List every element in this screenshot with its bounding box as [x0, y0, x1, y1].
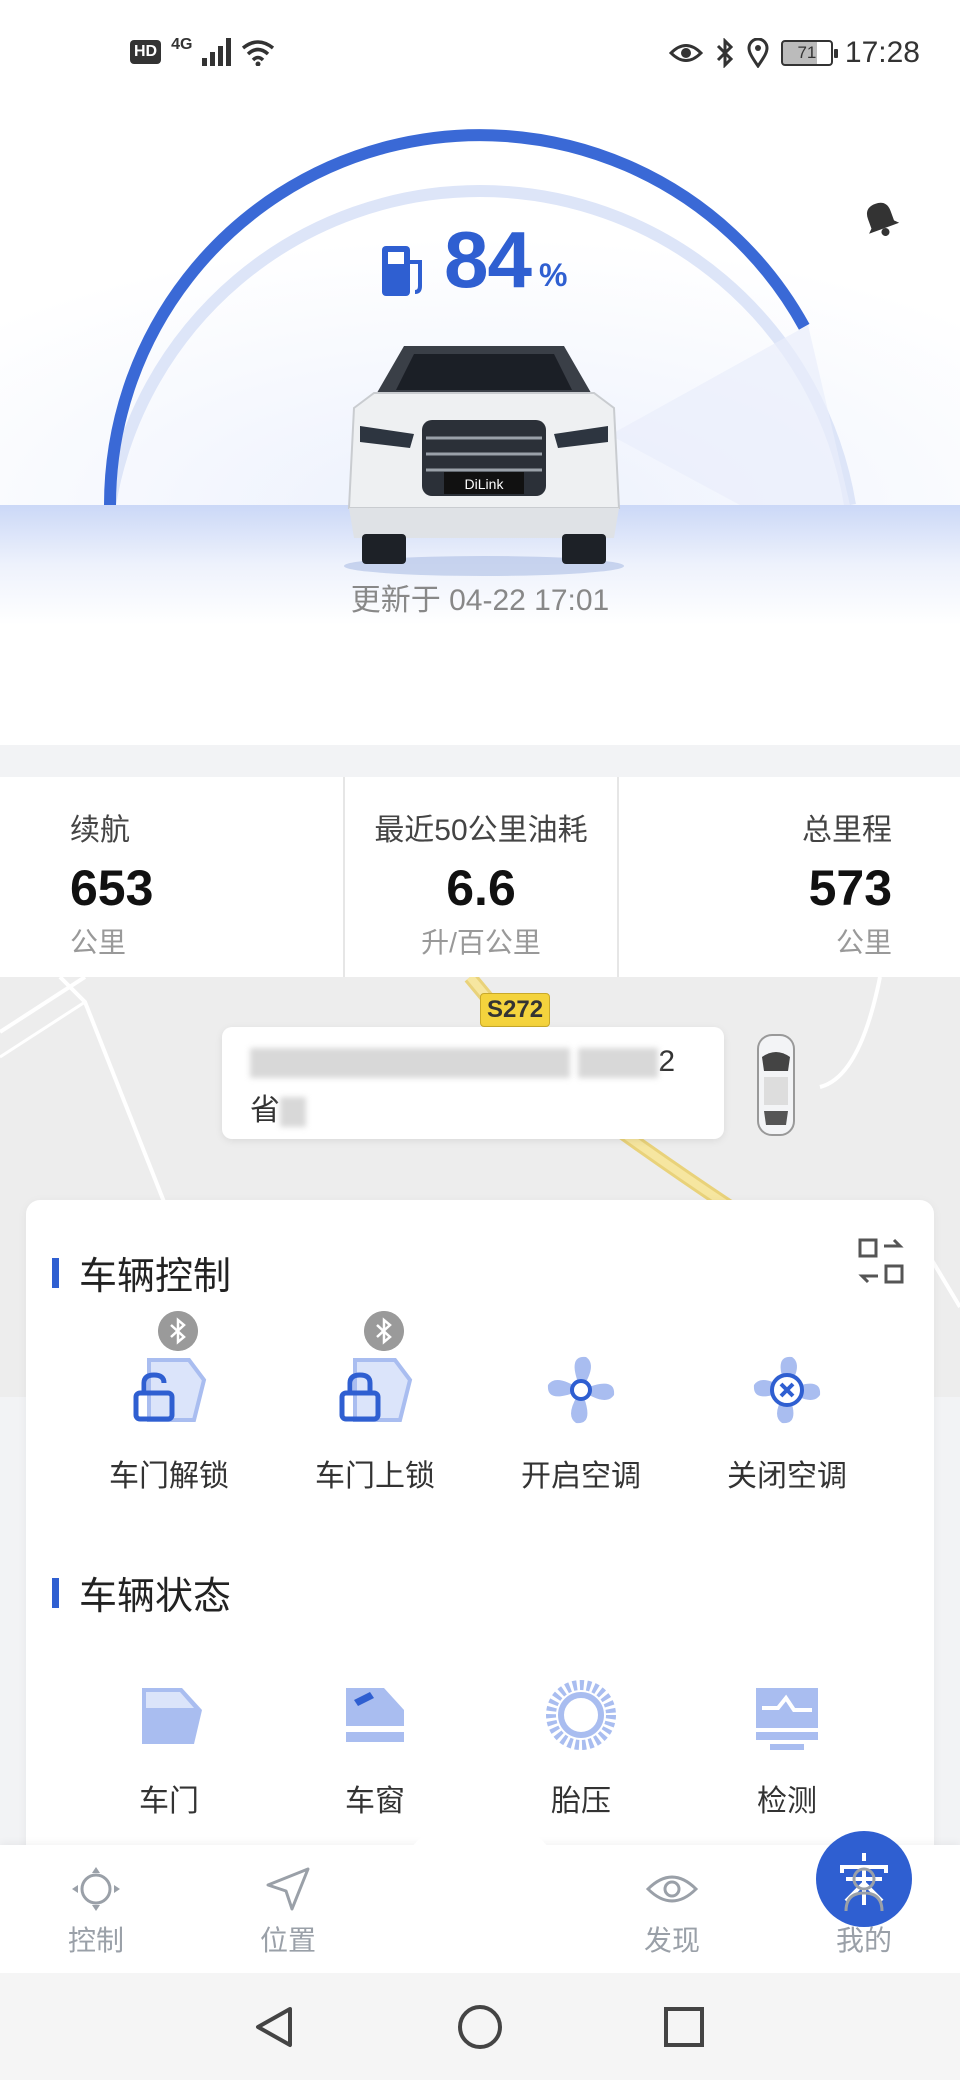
stat-value: 573: [808, 860, 893, 916]
stat-label: 最近50公里油耗: [374, 814, 588, 847]
eye-icon: [645, 1875, 699, 1903]
location-icon: [266, 1867, 310, 1911]
ac-off-button[interactable]: 关闭空调: [684, 1345, 890, 1495]
status-door-button[interactable]: 车门: [66, 1670, 272, 1820]
bluetooth-icon: [716, 38, 734, 68]
tire-icon: [536, 1670, 626, 1760]
battery-icon: 71: [780, 40, 838, 66]
tab-mine[interactable]: 我的: [768, 1845, 960, 1973]
eye-comfort-icon: [668, 44, 703, 62]
fuel-level: 84 %: [380, 220, 567, 300]
fan-on-icon: [536, 1345, 626, 1435]
network-type: 4G: [171, 36, 193, 53]
tab-discover[interactable]: 发现: [576, 1845, 768, 1973]
stat-label: 总里程: [802, 814, 893, 847]
status-tire-button[interactable]: 胎压: [478, 1670, 684, 1820]
tab-label: 位置: [259, 1925, 316, 1956]
odometer-stat: 总里程 573 公里: [617, 777, 960, 977]
road-label: S272: [480, 993, 551, 1027]
home-icon[interactable]: [456, 2003, 504, 2051]
fuel-pump-icon: [382, 246, 422, 296]
door-lock-icon: [330, 1311, 420, 1435]
recents-icon[interactable]: [662, 2003, 706, 2051]
door-unlock-icon: [124, 1311, 214, 1435]
fuel-percent-value: 84: [444, 215, 532, 304]
status-label: 胎压: [551, 1785, 611, 1818]
car-marker-icon[interactable]: [754, 1033, 798, 1137]
tab-home[interactable]: [384, 1831, 912, 1973]
stat-value: 653: [70, 860, 154, 916]
address-line-2-start: 省: [250, 1094, 280, 1127]
diagnose-icon: [742, 1670, 832, 1760]
fuel-percent-unit: %: [538, 257, 568, 293]
stat-value: 6.6: [446, 860, 516, 916]
address-bubble[interactable]: 2 省: [222, 1027, 724, 1139]
vehicle-card: 车辆控制 车门解锁 车门上锁 开启空调 关闭空调 车辆状态 车门 车窗 胎压 检…: [26, 1200, 934, 1870]
status-label: 检测: [757, 1785, 817, 1818]
control-label: 关闭空调: [727, 1460, 847, 1493]
switch-vehicle-icon[interactable]: [856, 1236, 906, 1286]
control-label: 车门解锁: [109, 1460, 229, 1493]
status-grid: 车门 车窗 胎压 检测: [26, 1670, 934, 1820]
door-unlock-button[interactable]: 车门解锁: [66, 1311, 272, 1495]
stat-unit: 公里: [70, 927, 127, 958]
control-icon: [72, 1867, 120, 1911]
stat-unit: 升/百公里: [421, 927, 541, 958]
location-pin-icon: [747, 38, 769, 68]
fan-off-icon: [742, 1345, 832, 1435]
vehicle-status-title: 车辆状态: [52, 1565, 231, 1620]
vehicle-control-title: 车辆控制: [52, 1245, 231, 1300]
tab-location[interactable]: 位置: [192, 1845, 384, 1973]
tab-label: 发现: [643, 1925, 700, 1956]
control-grid: 车门解锁 车门上锁 开启空调 关闭空调: [26, 1311, 934, 1495]
bluetooth-badge-icon: [158, 1311, 198, 1351]
control-label: 开启空调: [521, 1460, 641, 1493]
window-icon: [330, 1670, 420, 1760]
tab-label: 我的: [835, 1925, 892, 1956]
status-right: 71 17:28: [668, 36, 920, 70]
status-label: 车窗: [345, 1785, 405, 1818]
back-icon[interactable]: [252, 2003, 296, 2051]
status-bar: HD 4G 71 17:28: [0, 0, 960, 120]
stats-row: 续航 653 公里 最近50公里油耗 6.6 升/百公里 总里程 573 公里: [0, 777, 960, 977]
bottom-tab-bar: 控制 位置 发现 我的: [0, 1823, 960, 1973]
address-line-2: 省: [250, 1085, 696, 1129]
fuel-consumption-stat: 最近50公里油耗 6.6 升/百公里: [342, 777, 618, 977]
bluetooth-badge-icon: [364, 1311, 404, 1351]
range-stat: 续航 653 公里: [0, 777, 343, 977]
fuel-hero: 84 % DiLink 更新于 04-22 17:01: [0, 120, 960, 745]
update-time: 更新于 04-22 17:01: [350, 584, 610, 617]
car-image: DiLink: [344, 346, 624, 576]
signal-icon: [202, 38, 232, 66]
address-line-1: 2: [250, 1045, 696, 1079]
clock: 17:28: [844, 36, 920, 69]
stat-label: 续航: [70, 814, 130, 847]
door-icon: [124, 1670, 214, 1760]
status-window-button[interactable]: 车窗: [272, 1670, 478, 1820]
wifi-icon: [242, 40, 275, 66]
plate-text: DiLink: [465, 476, 505, 492]
status-left: HD 4G: [130, 36, 275, 66]
status-diagnose-button[interactable]: 检测: [684, 1670, 890, 1820]
status-label: 车门: [139, 1785, 199, 1818]
tab-label: 控制: [67, 1925, 124, 1956]
ac-on-button[interactable]: 开启空调: [478, 1345, 684, 1495]
hd-badge: HD: [130, 40, 162, 64]
control-label: 车门上锁: [315, 1460, 435, 1493]
user-icon: [844, 1867, 884, 1912]
stat-unit: 公里: [836, 927, 893, 958]
tab-control[interactable]: 控制: [0, 1845, 192, 1973]
door-lock-button[interactable]: 车门上锁: [272, 1311, 478, 1495]
address-tail: 2: [658, 1045, 676, 1078]
system-nav-bar: [0, 1973, 960, 2080]
bell-icon[interactable]: [858, 195, 902, 239]
